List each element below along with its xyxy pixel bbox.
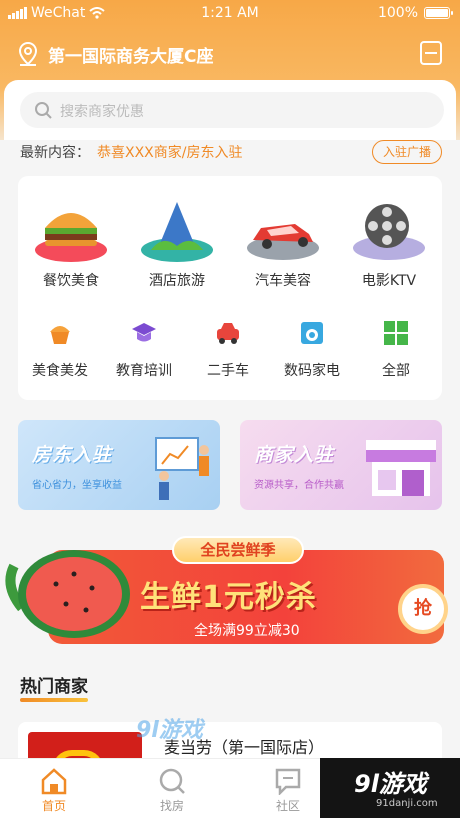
chat-icon [275, 768, 301, 795]
search-icon [35, 102, 52, 119]
news-text[interactable]: 恭喜XXX商家/房东入驻 [97, 142, 243, 162]
promo-banner[interactable]: 全民尝鲜季 生鲜1元秒杀 全场满99立减30 抢 [0, 528, 460, 648]
category-education[interactable]: 教育培训 [102, 312, 186, 382]
category-card: 餐饮美食 酒店旅游 汽车美容 电影KTV 美食美发 教育培训 二手车 数码家电 … [18, 176, 442, 400]
section-underline [20, 698, 88, 702]
news-prefix: 最新内容： [20, 145, 90, 161]
promo-subtitle: 全场满99立减30 [194, 623, 300, 639]
grab-button[interactable]: 抢 [398, 584, 448, 634]
location-title[interactable]: 第一国际商务大厦C座 [48, 42, 213, 67]
tab-community[interactable]: 社区 [248, 765, 328, 817]
search-house-icon [159, 768, 185, 794]
search-bar[interactable]: 搜索商家优惠 [20, 92, 444, 128]
broadcast-button[interactable]: 入驻广播 [371, 140, 442, 164]
battery-percent: 100% [377, 5, 418, 21]
tab-label: 找房 [159, 799, 184, 813]
merchant-banner[interactable]: 商家入驻 资源共享，合作共赢 [240, 420, 442, 510]
category-food[interactable]: 餐饮美食 [18, 198, 124, 289]
graduation-cap-icon [132, 323, 156, 342]
category-car[interactable]: 汽车美容 [230, 198, 336, 289]
location-pin-icon[interactable] [18, 42, 38, 66]
cupcake-icon [50, 326, 70, 344]
tab-home[interactable]: 首页 [14, 765, 94, 817]
island-icon [141, 202, 213, 262]
watermark-url: 91danji.com [376, 798, 438, 809]
scan-icon[interactable] [420, 41, 442, 65]
shop-illustration [366, 440, 436, 496]
banner-title: 商家入驻 [254, 444, 335, 466]
washing-machine-icon [301, 322, 323, 344]
watermelon-icon [5, 550, 130, 638]
category-hotel[interactable]: 酒店旅游 [124, 198, 230, 289]
main-card: 搜索商家优惠 [4, 80, 456, 146]
landlord-banner[interactable]: 房东入驻 省心省力，坐享收益 [18, 420, 220, 510]
app-header: 第一国际商务大厦C座 [0, 36, 460, 72]
status-bar: WeChat 1:21 AM 100% [0, 0, 460, 28]
category-beauty[interactable]: 美食美发 [18, 312, 102, 382]
banner-title: 房东入驻 [32, 444, 113, 466]
category-movie[interactable]: 电影KTV [336, 198, 442, 289]
category-label: 二手车 [207, 363, 249, 379]
search-input[interactable]: 搜索商家优惠 [60, 101, 144, 121]
category-label: 教育培训 [116, 363, 172, 379]
presentation-illustration [155, 437, 209, 500]
category-label: 电影KTV [361, 273, 417, 289]
car-small-icon [217, 323, 239, 344]
tab-label: 首页 [41, 799, 66, 813]
category-all[interactable]: 全部 [354, 312, 438, 382]
battery-fill [426, 9, 448, 17]
category-label: 数码家电 [284, 363, 340, 379]
tab-label: 社区 [275, 799, 300, 813]
banner-subtitle: 省心省力，坐享收益 [32, 480, 122, 491]
category-label: 汽车美容 [255, 273, 311, 289]
brand-watermark: 9l游戏 91danji.com [320, 758, 460, 818]
burger-icon [35, 213, 107, 262]
watermark-title: 9l游戏 [354, 770, 427, 798]
category-used-car[interactable]: 二手车 [186, 312, 270, 382]
news-ticker: 最新内容： 恭喜XXX商家/房东入驻 入驻广播 [0, 140, 460, 166]
car-icon [247, 224, 319, 260]
category-label: 餐饮美食 [43, 273, 99, 289]
battery-icon [424, 7, 453, 19]
tab-find-house[interactable]: 找房 [132, 765, 212, 817]
film-reel-icon [353, 204, 425, 260]
status-right: 100% [377, 5, 453, 21]
category-electronics[interactable]: 数码家电 [270, 312, 354, 382]
category-label: 美食美发 [32, 363, 88, 379]
promo-title: 生鲜1元秒杀 [140, 580, 317, 615]
watermark-logo: 9l游戏 [136, 718, 203, 743]
category-label: 全部 [382, 363, 410, 379]
promo-tag: 全民尝鲜季 [172, 536, 304, 564]
grid-icon [384, 321, 408, 345]
home-icon [41, 768, 67, 795]
category-label: 酒店旅游 [149, 273, 205, 289]
banner-subtitle: 资源共享，合作共赢 [254, 480, 344, 491]
section-title: 热门商家 [20, 677, 88, 697]
